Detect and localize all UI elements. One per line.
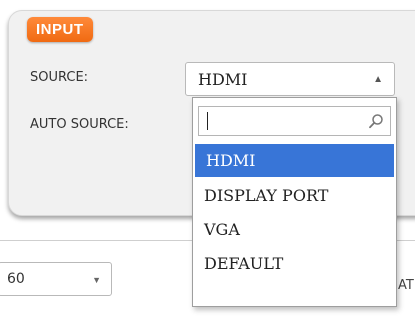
dropdown-option-default[interactable]: DEFAULT bbox=[193, 247, 396, 280]
source-select[interactable]: HDMI ▲ bbox=[185, 62, 395, 96]
source-label: SOURCE: bbox=[30, 70, 89, 85]
refresh-rate-value: 60 bbox=[7, 271, 25, 287]
screen: INPUT SOURCE: AUTO SOURCE: HDMI ▲ HDMI D… bbox=[0, 0, 415, 318]
input-tag: INPUT bbox=[27, 17, 93, 42]
chevron-down-icon: ▼ bbox=[92, 275, 101, 285]
dropdown-search-input[interactable] bbox=[198, 106, 391, 136]
dropdown-option-vga[interactable]: VGA bbox=[193, 213, 396, 246]
truncated-label: AT bbox=[398, 278, 414, 293]
auto-source-label: AUTO SOURCE: bbox=[30, 117, 129, 132]
dropdown-option-display-port[interactable]: DISPLAY PORT bbox=[193, 179, 396, 212]
refresh-rate-select[interactable]: 60 ▼ bbox=[0, 262, 112, 296]
source-dropdown: HDMI DISPLAY PORT VGA DEFAULT bbox=[192, 97, 397, 307]
text-caret bbox=[207, 112, 208, 130]
dropdown-option-hdmi[interactable]: HDMI bbox=[195, 144, 394, 177]
search-icon bbox=[369, 114, 383, 129]
source-select-value: HDMI bbox=[198, 70, 248, 89]
chevron-up-icon: ▲ bbox=[373, 74, 383, 85]
